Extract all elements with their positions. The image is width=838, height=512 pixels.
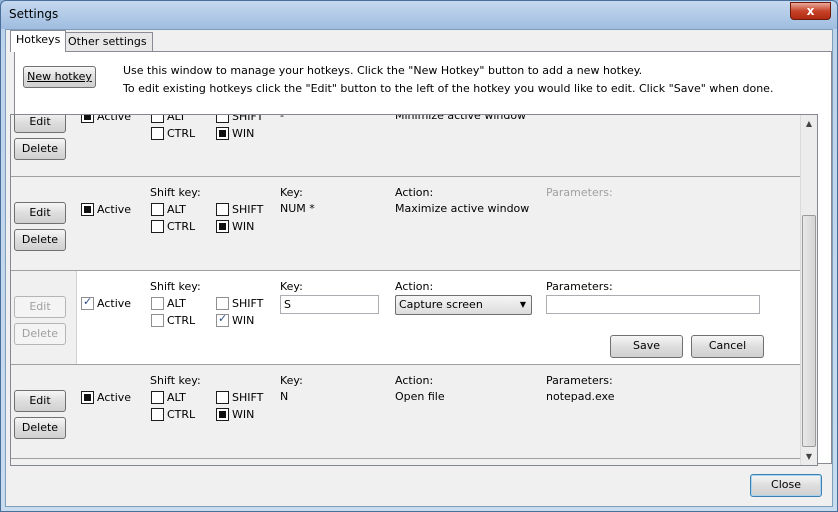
chevron-down-icon: ▼: [519, 300, 526, 309]
delete-button[interactable]: Delete: [14, 138, 66, 160]
save-button[interactable]: Save: [610, 335, 683, 358]
shift-key-label: Shift key:: [150, 280, 201, 293]
parameters-input[interactable]: [546, 295, 760, 314]
scroll-thumb[interactable]: [802, 215, 816, 447]
ctrl-label: CTRL: [167, 314, 196, 327]
action-label: Action:: [395, 186, 434, 199]
active-checkbox[interactable]: [81, 391, 94, 404]
win-label: WIN: [232, 408, 255, 421]
win-label: WIN: [232, 314, 255, 327]
key-label: Key:: [280, 374, 303, 387]
alt-checkbox[interactable]: [151, 297, 164, 310]
alt-checkbox[interactable]: [151, 203, 164, 216]
shift-checkbox[interactable]: [216, 115, 229, 123]
parameters-label: Parameters:: [546, 374, 613, 387]
shift-label: SHIFT: [232, 297, 264, 310]
shift-label: SHIFT: [232, 114, 264, 123]
key-label: Key:: [280, 280, 303, 293]
win-checkbox[interactable]: [216, 220, 229, 233]
shift-key-label: Shift key:: [150, 186, 201, 199]
win-checkbox[interactable]: [216, 127, 229, 140]
key-input[interactable]: S: [280, 295, 379, 314]
delete-button[interactable]: Delete: [14, 417, 66, 439]
shift-label: SHIFT: [232, 391, 264, 404]
edit-button[interactable]: Edit: [14, 202, 66, 224]
active-checkbox[interactable]: [81, 295, 94, 310]
key-value: N: [280, 390, 289, 403]
ctrl-label: CTRL: [167, 127, 196, 140]
win-checkbox[interactable]: [216, 312, 229, 327]
shift-checkbox[interactable]: [216, 391, 229, 404]
action-label: Action:: [395, 280, 434, 293]
parameters-label: Parameters:: [546, 186, 613, 199]
new-hotkey-button[interactable]: New hotkey: [23, 66, 96, 88]
edit-button[interactable]: Edit: [14, 390, 66, 412]
shift-checkbox[interactable]: [216, 203, 229, 216]
alt-label: ALT: [167, 297, 186, 310]
ctrl-checkbox[interactable]: [151, 314, 164, 327]
window-close-button[interactable]: x: [790, 2, 831, 20]
win-label: WIN: [232, 220, 255, 233]
active-label: Active: [97, 114, 132, 123]
key-value: NUM *: [280, 202, 315, 215]
active-label: Active: [97, 203, 132, 216]
scroll-up-arrow-icon[interactable]: ▲: [801, 115, 817, 132]
action-value: Minimize active window: [395, 114, 527, 122]
tab-hotkeys[interactable]: Hotkeys: [10, 30, 67, 52]
ctrl-checkbox[interactable]: [151, 127, 164, 140]
action-label: Action:: [395, 374, 434, 387]
win-label: WIN: [232, 127, 255, 140]
title-bar[interactable]: Settings x: [1, 1, 837, 29]
alt-label: ALT: [167, 203, 186, 216]
hotkey-list[interactable]: Edit Delete Active ALT SHIFT CTRL WIN - …: [10, 114, 818, 466]
active-checkbox[interactable]: [81, 115, 94, 123]
ctrl-label: CTRL: [167, 408, 196, 421]
vertical-scrollbar[interactable]: ▲ ▼: [800, 115, 817, 465]
shift-label: SHIFT: [232, 203, 264, 216]
settings-window: Settings x Hotkeys Other settings New ho…: [0, 0, 838, 512]
hotkey-row: Edit Delete Active Shift key: ALT SHIFT …: [11, 365, 801, 459]
parameters-value: notepad.exe: [546, 390, 615, 403]
info-text-line1: Use this window to manage your hotkeys. …: [123, 64, 643, 77]
key-value: -: [280, 114, 284, 122]
delete-button[interactable]: Delete: [14, 229, 66, 251]
hotkey-row: Edit Delete Active Shift key: ALT SHIFT …: [11, 177, 801, 271]
key-label: Key:: [280, 186, 303, 199]
active-label: Active: [97, 297, 132, 310]
hotkey-row-editing: Edit Delete Active Shift key: ALT SHIFT …: [11, 271, 801, 365]
scroll-down-arrow-icon[interactable]: ▼: [801, 448, 817, 465]
action-select[interactable]: Capture screen ▼: [395, 295, 532, 315]
ctrl-checkbox[interactable]: [151, 220, 164, 233]
action-select-value: Capture screen: [399, 298, 483, 311]
alt-label: ALT: [167, 391, 186, 404]
cancel-button[interactable]: Cancel: [691, 335, 764, 358]
edit-button: Edit: [14, 296, 66, 318]
client-area: Hotkeys Other settings New hotkey Use th…: [5, 29, 833, 507]
ctrl-checkbox[interactable]: [151, 408, 164, 421]
shift-checkbox[interactable]: [216, 297, 229, 310]
action-value: Maximize active window: [395, 202, 530, 215]
edit-button[interactable]: Edit: [14, 115, 66, 133]
alt-checkbox[interactable]: [151, 115, 164, 123]
info-text-line2: To edit existing hotkeys click the "Edit…: [123, 82, 774, 95]
active-checkbox[interactable]: [81, 203, 94, 216]
alt-label: ALT: [167, 114, 186, 123]
window-title: Settings: [9, 7, 59, 21]
close-button[interactable]: Close: [750, 474, 822, 497]
tab-other-settings[interactable]: Other settings: [62, 32, 153, 52]
alt-checkbox[interactable]: [151, 391, 164, 404]
win-checkbox[interactable]: [216, 408, 229, 421]
action-value: Open file: [395, 390, 445, 403]
ctrl-label: CTRL: [167, 220, 196, 233]
shift-key-label: Shift key:: [150, 374, 201, 387]
delete-button: Delete: [14, 323, 66, 345]
hotkey-row: Edit Delete Active ALT SHIFT CTRL WIN - …: [11, 114, 801, 177]
parameters-label: Parameters:: [546, 280, 613, 293]
active-label: Active: [97, 391, 132, 404]
